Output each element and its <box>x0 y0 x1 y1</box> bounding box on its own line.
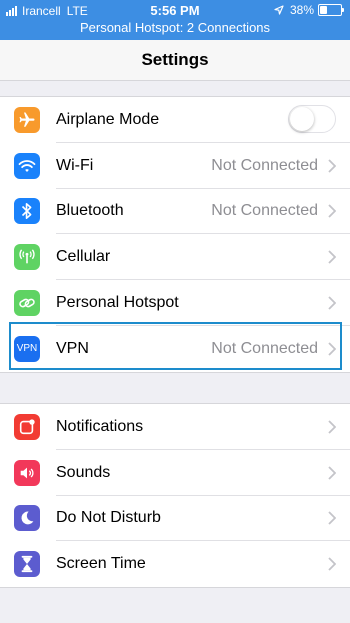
settings-row-sounds[interactable]: Sounds <box>0 450 350 496</box>
toggle-knob <box>290 106 314 131</box>
settings-row-screen-time[interactable]: Screen Time <box>0 541 350 587</box>
airplane-icon <box>14 106 40 133</box>
settings-row-bluetooth[interactable]: Bluetooth Not Connected <box>0 189 350 235</box>
row-label: Screen Time <box>56 555 146 573</box>
wifi-icon <box>14 152 40 179</box>
status-bar: Irancell LTE 5:56 PM 38% Personal Hotspo… <box>0 0 350 40</box>
chevron-right-icon <box>328 296 336 310</box>
settings-row-vpn[interactable]: VPN VPN Not Connected <box>0 326 350 372</box>
chevron-right-icon <box>328 341 336 356</box>
navigation-bar: Settings <box>0 40 350 81</box>
row-value: Not Connected <box>211 156 318 174</box>
page-title: Settings <box>141 50 209 69</box>
row-label: Cellular <box>56 248 111 266</box>
row-label: Do Not Disturb <box>56 509 161 527</box>
battery-percent: 38% <box>289 3 314 17</box>
settings-row-wifi[interactable]: Wi-Fi Not Connected <box>0 143 350 189</box>
row-label: Sounds <box>56 463 111 481</box>
bluetooth-icon <box>14 198 40 225</box>
row-label: VPN <box>56 339 89 357</box>
chevron-right-icon <box>328 420 336 434</box>
cellular-icon <box>14 244 40 271</box>
chevron-right-icon <box>328 511 336 526</box>
vpn-icon: VPN <box>14 335 40 362</box>
settings-row-airplane-mode[interactable]: Airplane Mode <box>0 97 350 143</box>
chevron-right-icon <box>328 465 336 480</box>
airplane-mode-toggle[interactable] <box>288 104 336 133</box>
chevron-right-icon <box>328 158 336 173</box>
hotspot-icon <box>14 289 40 316</box>
row-label: Personal Hotspot <box>56 293 179 311</box>
row-label: Bluetooth <box>56 202 124 220</box>
moon-icon <box>14 505 40 532</box>
hourglass-icon <box>14 551 40 578</box>
vpn-icon-text: VPN <box>16 343 38 355</box>
settings-row-notifications[interactable]: Notifications <box>0 404 350 450</box>
notifications-icon <box>14 413 40 440</box>
chevron-right-icon <box>328 557 336 571</box>
row-label: Wi-Fi <box>56 156 94 174</box>
location-arrow-icon <box>274 5 284 15</box>
settings-row-personal-hotspot[interactable]: Personal Hotspot <box>0 280 350 326</box>
row-label: Notifications <box>56 417 144 435</box>
settings-group-notifications: Notifications Sounds Do Not Disturb Scre… <box>0 403 350 588</box>
settings-group-connectivity: Airplane Mode Wi-Fi Not Connected Blueto… <box>0 96 350 373</box>
row-label: Airplane Mode <box>56 110 160 128</box>
settings-row-do-not-disturb[interactable]: Do Not Disturb <box>0 496 350 542</box>
row-value: Not Connected <box>211 202 318 220</box>
chevron-right-icon <box>328 204 336 219</box>
battery-icon <box>318 4 344 16</box>
row-value: Not Connected <box>211 339 318 357</box>
sounds-icon <box>14 459 40 486</box>
hotspot-banner[interactable]: Personal Hotspot: 2 Connections <box>0 20 350 35</box>
chevron-right-icon <box>328 250 336 264</box>
settings-row-cellular[interactable]: Cellular <box>0 234 350 280</box>
